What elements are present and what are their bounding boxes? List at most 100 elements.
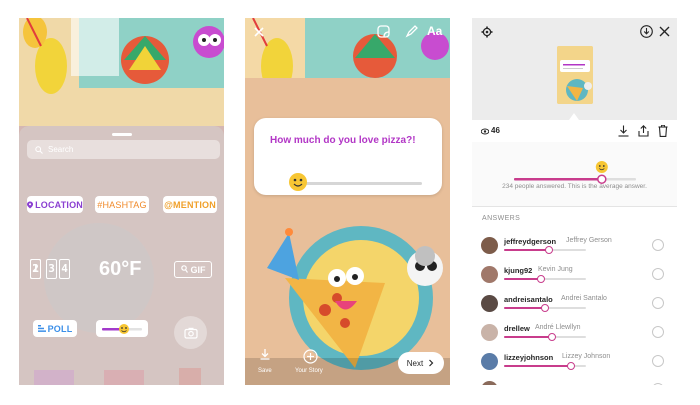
download-icon[interactable]: [618, 125, 629, 137]
answer-row[interactable]: kjung92 Kevin Jung: [472, 263, 677, 291]
gif-search-icon: [180, 265, 188, 273]
time-sticker[interactable]: 1 2 3 4: [30, 259, 82, 279]
emoji-slider-sticker[interactable]: [96, 320, 148, 337]
location-pin-icon: [27, 201, 34, 208]
poll-sticker[interactable]: POLL: [33, 320, 77, 337]
slider-question-text: How much do you love pizza?!: [270, 135, 416, 146]
answer-full-name: Jeffrey Gerson: [566, 237, 612, 244]
time-digit: 2: [30, 259, 41, 279]
avatar: [481, 381, 498, 385]
temperature-sticker[interactable]: 60°F: [99, 258, 141, 281]
answer-slider-fill: [504, 278, 541, 280]
divider: [472, 206, 677, 207]
sticker-icon[interactable]: [377, 25, 390, 38]
answer-slider-track: [504, 275, 586, 283]
answer-slider-track: [504, 362, 586, 370]
selected-pointer: [569, 113, 579, 120]
avatar: [481, 353, 498, 370]
hashtag-label: #HASHTAG: [97, 199, 147, 210]
answer-slider-handle: [567, 362, 576, 370]
gear-icon[interactable]: [481, 26, 493, 38]
hashtag-sticker[interactable]: #HASHTAG: [95, 196, 149, 213]
emoji-slider-preview: [102, 323, 142, 334]
answer-slider-fill: [504, 307, 545, 309]
sticker-search-input[interactable]: Search: [27, 140, 220, 159]
gif-sticker[interactable]: GIF: [174, 261, 212, 278]
average-slider: [514, 161, 636, 184]
answer-username: lizzeyjohnson: [504, 353, 554, 362]
answer-full-name: Kevin Jung: [538, 266, 573, 273]
reply-bubble-icon[interactable]: [652, 326, 664, 338]
emoji-slider-handle-icon[interactable]: [288, 172, 308, 192]
your-story-add-icon[interactable]: [303, 349, 318, 364]
reply-bubble-icon[interactable]: [652, 355, 664, 367]
avatar: [481, 324, 498, 341]
close-icon[interactable]: [253, 26, 265, 38]
answer-slider-fill: [504, 336, 552, 338]
drag-handle[interactable]: [112, 133, 132, 136]
avatar: [481, 266, 498, 283]
next-button[interactable]: Next: [398, 352, 444, 374]
answer-slider-track: [504, 304, 586, 312]
average-slider-handle: [597, 174, 607, 184]
text-tool-button[interactable]: Aa: [427, 24, 442, 38]
next-label: Next: [406, 358, 424, 368]
location-label: LOCATION: [35, 199, 83, 210]
trash-icon[interactable]: [658, 125, 668, 137]
answer-username: kjung92: [504, 266, 533, 275]
avatar: [481, 295, 498, 312]
slider-results-screen: 46 234 people answered. This is the aver…: [472, 18, 677, 385]
average-answer-section: 234 people answered. This is the average…: [472, 142, 677, 206]
gif-label: GIF: [190, 264, 206, 275]
draw-pen-icon[interactable]: [405, 24, 419, 38]
location-sticker[interactable]: LOCATION: [27, 196, 83, 213]
search-icon: [35, 145, 43, 154]
poll-label: POLL: [47, 323, 73, 334]
avatar: [481, 237, 498, 254]
answer-slider-handle: [547, 333, 556, 341]
story-thumbnail-image: [557, 46, 593, 104]
answer-username: jeffreydgerson: [504, 237, 557, 246]
answer-slider-handle: [536, 275, 545, 283]
answer-row[interactable]: drellew André Llewllyn: [472, 321, 677, 349]
story-background-image: [245, 18, 450, 385]
reply-bubble-icon[interactable]: [652, 239, 664, 251]
answers-header: ANSWERS: [482, 215, 521, 222]
answer-row[interactable]: lizzeyjohnson Lizzey Johnson: [472, 350, 677, 378]
camera-sticker[interactable]: [174, 316, 207, 349]
answer-slider-track: [504, 333, 586, 341]
time-digit: 3: [46, 259, 57, 279]
reply-bubble-icon[interactable]: [652, 383, 664, 385]
viewer-count[interactable]: 46: [491, 126, 500, 135]
mention-sticker[interactable]: @MENTION: [163, 196, 217, 213]
save-icon[interactable]: [259, 348, 271, 360]
viewers-eye-icon: [481, 128, 489, 135]
answer-slider-track: [504, 246, 586, 254]
answer-row[interactable]: andreisantalo Andrei Santalo: [472, 292, 677, 320]
save-label: Save: [258, 368, 272, 374]
average-answer-text: 234 people answered. This is the average…: [502, 183, 647, 190]
reply-bubble-icon[interactable]: [652, 297, 664, 309]
answer-row[interactable]: jeffreydgerson Jeffrey Gerson: [472, 234, 677, 262]
search-placeholder: Search: [48, 145, 74, 154]
answer-slider-fill: [504, 365, 572, 367]
answer-slider-handle: [545, 246, 554, 254]
answer-slider-handle: [541, 304, 549, 312]
story-editor-screen: Aa How much do you love pizza?! Save You…: [245, 18, 450, 385]
answer-row[interactable]: [472, 378, 677, 385]
close-icon[interactable]: [659, 26, 670, 37]
camera-icon: [183, 327, 198, 339]
story-stats-bar: 46: [472, 120, 677, 142]
download-circle-icon[interactable]: [640, 25, 653, 38]
sticker-tray-screen: Search LOCATION #HASHTAG @MENTION 1 2 3 …: [19, 18, 224, 385]
average-emoji-icon: [595, 161, 608, 173]
poll-bars-icon: [37, 325, 46, 332]
story-thumbnail[interactable]: [557, 46, 593, 104]
your-story-label: Your Story: [295, 368, 323, 374]
reply-bubble-icon[interactable]: [652, 268, 664, 280]
answer-slider-fill: [504, 249, 550, 251]
chevron-right-icon: [429, 359, 434, 367]
time-digit: 4: [59, 259, 70, 279]
slider-track[interactable]: [300, 182, 422, 185]
share-icon[interactable]: [638, 125, 649, 137]
